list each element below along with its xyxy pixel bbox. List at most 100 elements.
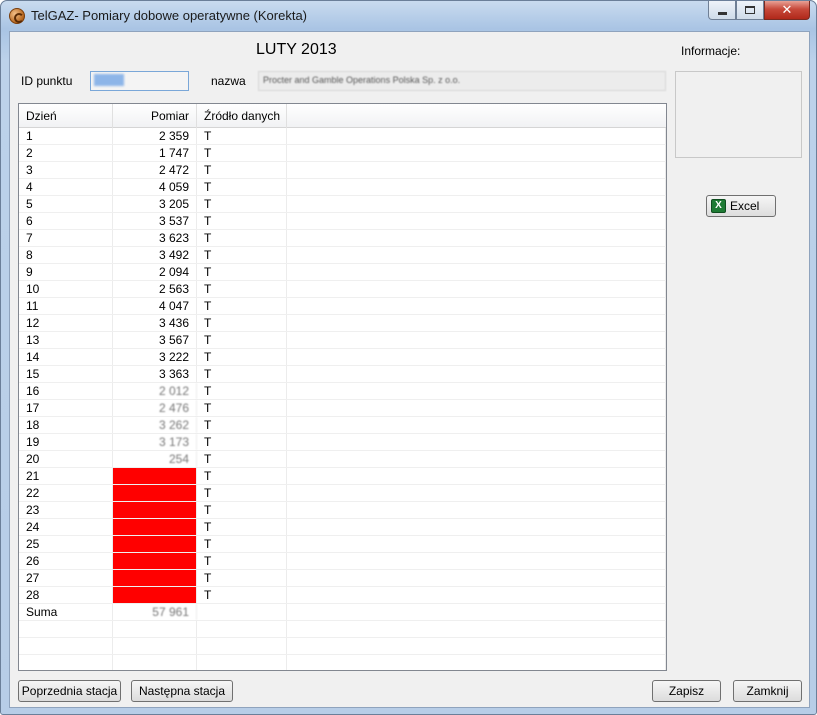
table-row[interactable]: 23 T	[19, 502, 666, 519]
close-window-button[interactable]: ✕	[764, 1, 810, 20]
table-row[interactable]: 18 3 262 T	[19, 417, 666, 434]
table-row[interactable]: 21 747 T	[19, 145, 666, 162]
table-row[interactable]: 21 T	[19, 468, 666, 485]
cell-source[interactable]: T	[197, 519, 287, 535]
cell-source[interactable]: T	[197, 179, 287, 195]
cell-source[interactable]: T	[197, 196, 287, 212]
table-row[interactable]: 28 T	[19, 587, 666, 604]
cell-source[interactable]: T	[197, 587, 287, 603]
cell-measurement[interactable]: 254	[113, 451, 197, 467]
cell-day[interactable]	[19, 655, 113, 670]
cell-day[interactable]: 7	[19, 230, 113, 246]
cell-day[interactable]: 11	[19, 298, 113, 314]
cell-measurement[interactable]: 2 094	[113, 264, 197, 280]
cell-day[interactable]: 19	[19, 434, 113, 450]
table-row[interactable]: 14 3 222 T	[19, 349, 666, 366]
cell-source[interactable]: T	[197, 570, 287, 586]
table-row[interactable]	[19, 621, 666, 638]
cell-day[interactable]: 28	[19, 587, 113, 603]
table-row[interactable]: 13 3 567 T	[19, 332, 666, 349]
cell-measurement[interactable]: 57 961	[113, 604, 197, 620]
save-button[interactable]: Zapisz	[652, 680, 721, 702]
cell-day[interactable]: 18	[19, 417, 113, 433]
cell-measurement[interactable]: 3 262	[113, 417, 197, 433]
table-row[interactable]: 17 2 476 T	[19, 400, 666, 417]
table-row[interactable]: 32 472 T	[19, 162, 666, 179]
table-row[interactable]: 11 4 047 T	[19, 298, 666, 315]
cell-measurement[interactable]	[113, 570, 197, 586]
cell-day[interactable]: 2	[19, 145, 113, 161]
cell-measurement[interactable]: 2 012	[113, 383, 197, 399]
cell-source[interactable]: T	[197, 400, 287, 416]
cell-measurement[interactable]: 2 563	[113, 281, 197, 297]
cell-day[interactable]: 6	[19, 213, 113, 229]
cell-day[interactable]	[19, 638, 113, 654]
cell-source[interactable]: T	[197, 162, 287, 178]
next-station-button[interactable]: Następna stacja	[131, 680, 233, 702]
column-header-day[interactable]: Dzień	[19, 104, 113, 128]
table-row[interactable]: Suma 57 961	[19, 604, 666, 621]
cell-measurement[interactable]	[113, 587, 197, 603]
excel-button[interactable]: X Excel	[706, 195, 776, 217]
close-button[interactable]: Zamknij	[733, 680, 802, 702]
cell-day[interactable]: 15	[19, 366, 113, 382]
column-header-source[interactable]: Źródło danych	[197, 104, 287, 128]
table-row[interactable]: 92 094 T	[19, 264, 666, 281]
cell-measurement[interactable]: 2 359	[113, 128, 197, 144]
table-row[interactable]: 19 3 173 T	[19, 434, 666, 451]
cell-day[interactable]: 24	[19, 519, 113, 535]
table-row[interactable]: 83 492 T	[19, 247, 666, 264]
cell-day[interactable]: 3	[19, 162, 113, 178]
cell-source[interactable]: T	[197, 145, 287, 161]
table-row[interactable]: 25 T	[19, 536, 666, 553]
measurements-table[interactable]: Dzień Pomiar Źródło danych 12 359 T 2 1 747…	[18, 103, 667, 671]
cell-day[interactable]: 27	[19, 570, 113, 586]
cell-source[interactable]: T	[197, 264, 287, 280]
cell-measurement[interactable]	[113, 485, 197, 501]
cell-source[interactable]: T	[197, 298, 287, 314]
table-row[interactable]: 12 3 436 T	[19, 315, 666, 332]
cell-measurement[interactable]: 4 047	[113, 298, 197, 314]
table-row[interactable]: 24 T	[19, 519, 666, 536]
cell-measurement[interactable]: 3 436	[113, 315, 197, 331]
id-input[interactable]	[90, 71, 189, 91]
cell-measurement[interactable]: 3 205	[113, 196, 197, 212]
cell-source[interactable]	[197, 621, 287, 637]
cell-measurement[interactable]: 1 747	[113, 145, 197, 161]
cell-measurement[interactable]: 3 567	[113, 332, 197, 348]
cell-source[interactable]: T	[197, 553, 287, 569]
cell-source[interactable]: T	[197, 417, 287, 433]
cell-source[interactable]: T	[197, 383, 287, 399]
cell-source[interactable]: T	[197, 230, 287, 246]
maximize-button[interactable]	[736, 1, 764, 20]
cell-day[interactable]: 13	[19, 332, 113, 348]
cell-source[interactable]: T	[197, 485, 287, 501]
cell-day[interactable]: 12	[19, 315, 113, 331]
table-row[interactable]: 12 359 T	[19, 128, 666, 145]
cell-day[interactable]: 17	[19, 400, 113, 416]
table-row[interactable]: 44 059 T	[19, 179, 666, 196]
table-row[interactable]: 26 T	[19, 553, 666, 570]
cell-source[interactable]: T	[197, 213, 287, 229]
table-row[interactable]: 15 3 363 T	[19, 366, 666, 383]
cell-source[interactable]	[197, 638, 287, 654]
table-row[interactable]	[19, 638, 666, 655]
cell-day[interactable]: 5	[19, 196, 113, 212]
cell-measurement[interactable]: 3 363	[113, 366, 197, 382]
cell-day[interactable]: 8	[19, 247, 113, 263]
cell-measurement[interactable]	[113, 519, 197, 535]
cell-measurement[interactable]	[113, 536, 197, 552]
cell-measurement[interactable]: 2 476	[113, 400, 197, 416]
column-header-measurement[interactable]: Pomiar	[113, 104, 197, 128]
previous-station-button[interactable]: Poprzednia stacja	[18, 680, 121, 702]
cell-measurement[interactable]: 3 222	[113, 349, 197, 365]
cell-source[interactable]: T	[197, 366, 287, 382]
cell-measurement[interactable]: 3 492	[113, 247, 197, 263]
table-row[interactable]: 20 254 T	[19, 451, 666, 468]
cell-source[interactable]: T	[197, 247, 287, 263]
cell-day[interactable]: 1	[19, 128, 113, 144]
cell-measurement[interactable]	[113, 655, 197, 670]
cell-day[interactable]: 20	[19, 451, 113, 467]
table-row[interactable]	[19, 655, 666, 670]
cell-measurement[interactable]	[113, 468, 197, 484]
